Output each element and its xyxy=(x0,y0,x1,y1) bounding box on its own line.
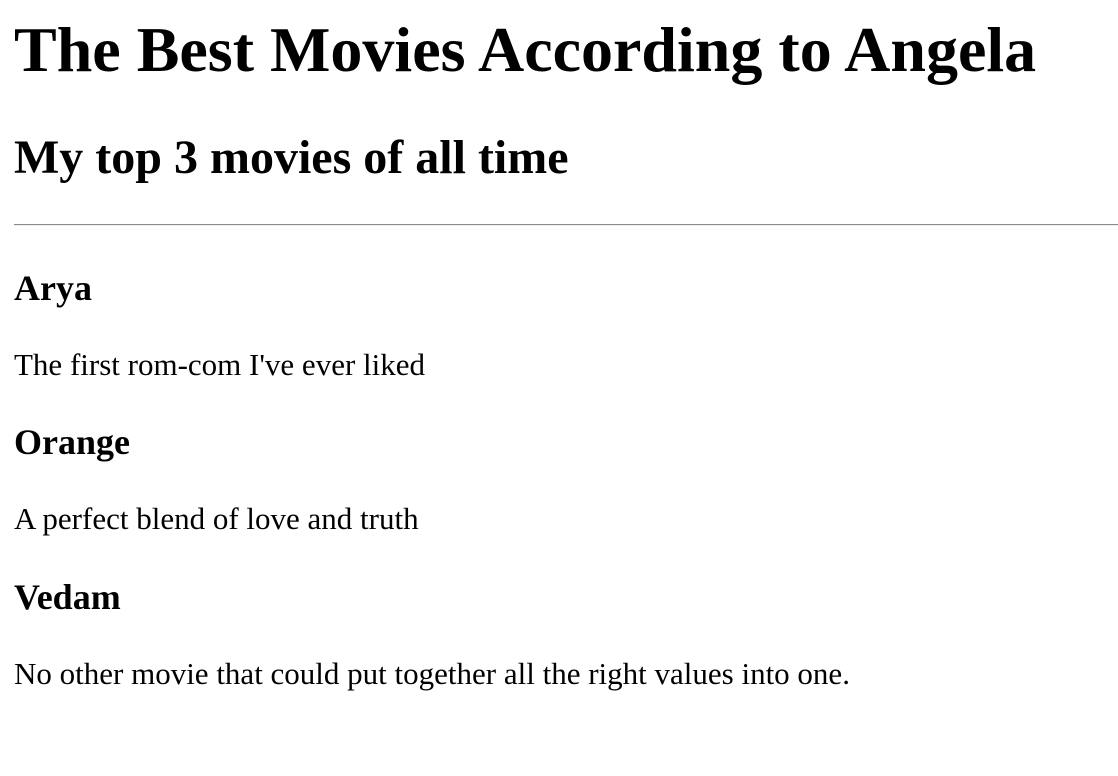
movie-title-orange: Orange xyxy=(14,422,130,462)
page-content: The Best Movies According to Angela My t… xyxy=(14,0,1118,776)
movie-title-vedam: Vedam xyxy=(14,577,121,617)
movie-description-arya: The first rom-com I've ever liked xyxy=(14,347,426,382)
movie-description-orange: A perfect blend of love and truth xyxy=(14,501,419,536)
section-divider xyxy=(14,224,1118,226)
page-subtitle: My top 3 movies of all time xyxy=(14,131,569,184)
page-title: The Best Movies According to Angela xyxy=(14,14,1037,85)
movie-title-arya: Arya xyxy=(14,268,92,308)
movie-description-vedam: No other movie that could put together a… xyxy=(14,656,850,691)
